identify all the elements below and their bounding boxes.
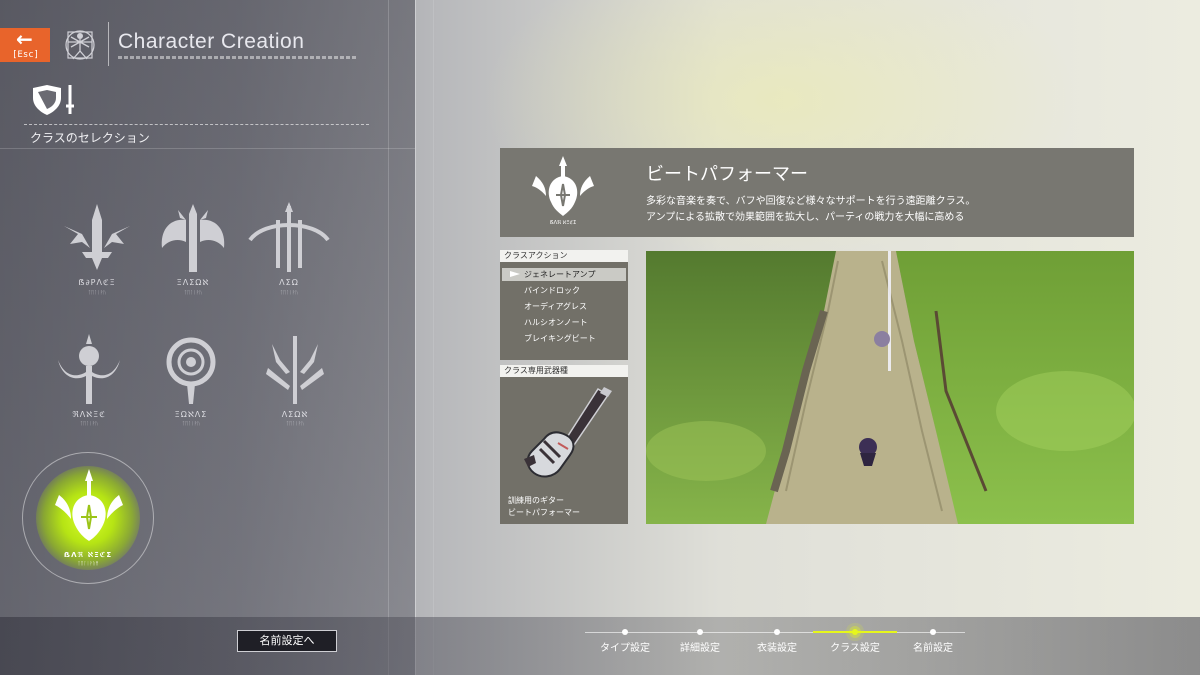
class-name-glyph: ΞΛΣΩℵ [176,278,210,287]
class-option-ring[interactable]: ΞΩℵΛΣ ᛏᛖᛚᛁᚹᚢ [146,330,236,430]
class-description: 多彩な音楽を奏で、バフや回復など様々なサポートを行う遠距離クラス。 アンプによる… [646,194,1116,226]
back-arrow-icon: ← [16,27,33,51]
shield-sword-icon [33,85,74,115]
weapon-header: クラス専用武器種 [500,365,628,377]
class-name-glyph: ẞΛℜ ℵΞℭΣ [63,551,113,559]
divider-line [415,0,416,675]
step-dot [622,629,628,635]
class-sub-glyph: ᛏᛖᛚᛁᚹᚢ [87,290,106,296]
class-option-trident[interactable]: ΛΣΩℵ ᛏᛖᛚᛁᚹᚢ [250,330,340,430]
staff-emblem-icon [58,334,120,404]
action-label: オーディアグレス [524,302,588,311]
svg-text:ẞΛℜ ℵΞℭΣ: ẞΛℜ ℵΞℭΣ [550,220,576,226]
trident-emblem-icon [266,336,324,404]
class-weapon-panel: クラス専用武器種 訓練用のギター ビートパフォーマー [500,365,628,524]
class-option-selected[interactable]: ẞΛℜ ℵΞℭΣ ᛏᛖᛚᛁᚹᚢᛗ [22,452,154,584]
class-info-panel: ẞΛℜ ℵΞℭΣ ビートパフォーマー 多彩な音楽を奏で、バフや回復など様々なサポ… [500,148,1134,237]
step-dot [697,629,703,635]
step-progress: タイプ設定 詳細設定 衣装設定 クラス設定 名前設定 [585,629,965,660]
action-item[interactable]: ジェネレートアンプ [502,268,626,281]
action-item[interactable]: オーディアグレス [502,300,626,313]
class-name-glyph: ΛΣΩℵ [281,410,309,419]
class-name-glyph: ℜΛℵΞℭ [72,410,106,419]
axe-emblem-icon [161,204,225,272]
section-title: クラスのセレクション [30,131,150,145]
action-item[interactable]: ブレイキングビート [502,332,626,345]
class-option-bow[interactable]: ΛΣΩ ᛏᛖᛚᛁᚹᚢ [244,200,334,300]
class-description-line: アンプによる拡散で効果範囲を拡大し、パーティの戦力を大幅に高める [646,212,965,223]
step-detail[interactable]: 詳細設定 [660,629,740,660]
top-bar: ← [Esc] Character Creation [0,0,415,78]
preview-scene [646,251,1134,524]
class-sub-glyph: ᛏᛖᛚᛁᚹᚢ [79,421,98,427]
class-name-glyph: ΛΣΩ [279,278,299,287]
divider-line [388,0,389,675]
guitar-emblem-icon: ẞΛℜ ℵΞℭΣ [532,156,594,226]
title-divider [108,22,109,66]
title-decoration [118,56,358,59]
guitar-weapon-icon [524,387,612,478]
step-label: 名前設定 [913,643,953,654]
actions-header: クラスアクション [500,250,628,262]
weapon-line: ビートパフォーマー [508,508,580,517]
step-dot [852,629,858,635]
back-button[interactable]: ← [Esc] [0,28,50,62]
page-title: Character Creation [118,30,305,53]
action-item[interactable]: ハルシオンノート [502,316,626,329]
class-sub-glyph: ᛏᛖᛚᛁᚹᚢ [279,290,298,296]
divider-line [433,0,434,675]
class-option-axe[interactable]: ΞΛΣΩℵ ᛏᛖᛚᛁᚹᚢ [148,200,238,300]
next-name-settings-button[interactable]: 名前設定へ [237,630,337,652]
class-option-staff[interactable]: ℜΛℵΞℭ ᛏᛖᛚᛁᚹᚢ [44,330,134,430]
step-costume[interactable]: 衣装設定 [737,629,817,660]
bow-emblem-icon [248,202,330,272]
class-sub-glyph: ᛏᛖᛚᛁᚹᚢᛗ [77,561,99,567]
section-divider [24,124,369,125]
action-label: ブレイキングビート [524,334,596,343]
action-item[interactable]: バインドロック [502,284,626,297]
esc-label: [Esc] [12,50,40,60]
step-dot [930,629,936,635]
class-sub-glyph: ᛏᛖᛚᛁᚹᚢ [181,421,200,427]
class-description-line: 多彩な音楽を奏で、バフや回復など様々なサポートを行う遠距離クラス。 [646,196,976,207]
step-dot [774,629,780,635]
step-name[interactable]: 名前設定 [893,629,973,660]
step-label: タイプ設定 [600,643,650,654]
step-label: 詳細設定 [680,643,720,654]
weapon-line: 訓練用のギター [508,496,564,505]
action-label: ハルシオンノート [524,318,588,327]
step-type[interactable]: タイプ設定 [585,629,665,660]
action-label: ジェネレートアンプ [524,270,596,279]
guitar-emblem-icon [55,469,123,541]
step-class[interactable]: クラス設定 [813,629,897,660]
step-label: 衣装設定 [757,643,797,654]
class-name-glyph: ΞΩℵΛΣ [174,410,208,419]
weapon-name: 訓練用のギター ビートパフォーマー [508,495,580,519]
class-actions-panel: クラスアクション ジェネレートアンプ バインドロック オーディアグレス ハルシオ… [500,250,628,360]
class-sub-glyph: ᛏᛖᛚᛁᚹᚢ [285,421,304,427]
ring-emblem-icon [166,337,216,404]
action-label: バインドロック [524,286,580,295]
class-title: ビートパフォーマー [646,164,808,185]
class-option-sword[interactable]: ẞ∂ΡΛℭΞ ᛏᛖᛚᛁᚹᚢ [52,200,142,300]
divider-line [0,148,415,149]
step-label: クラス設定 [830,643,880,654]
play-icon [510,271,520,277]
class-name-glyph: ẞ∂ΡΛℭΞ [78,278,116,287]
gameplay-preview [646,251,1134,524]
sword-emblem-icon [64,204,130,270]
vitruvian-man-icon [65,30,95,60]
class-sub-glyph: ᛏᛖᛚᛁᚹᚢ [183,290,202,296]
